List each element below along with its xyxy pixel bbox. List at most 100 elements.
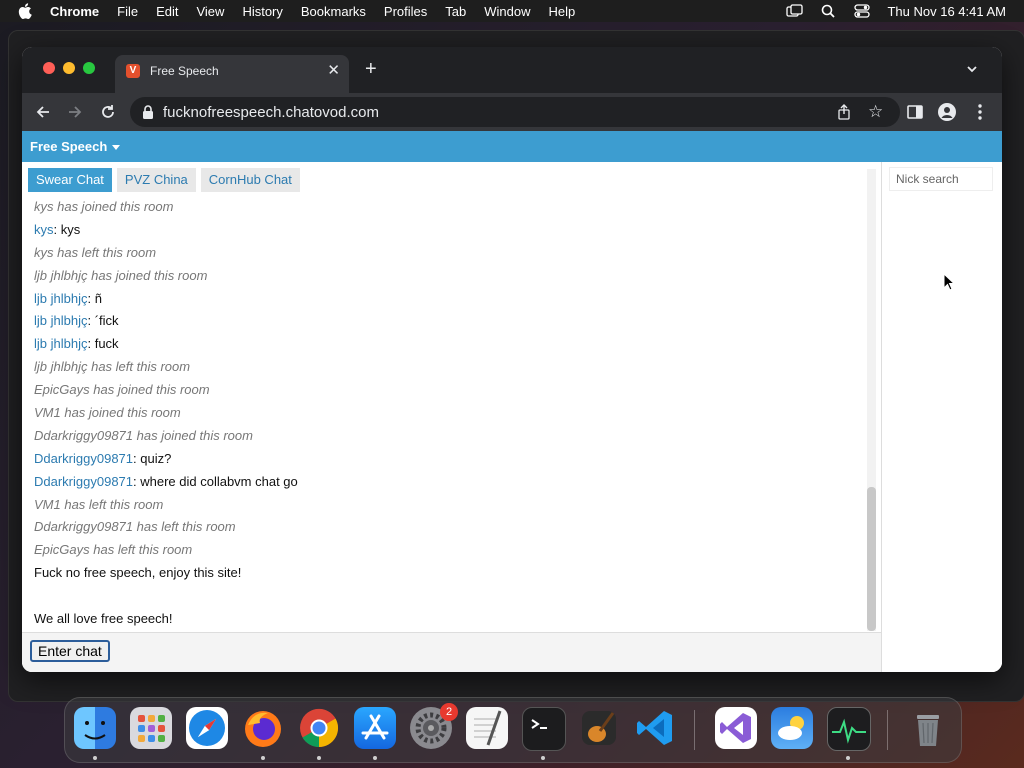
message-text: : fuck <box>87 336 119 352</box>
enter-chat-button[interactable]: Enter chat <box>30 640 110 662</box>
room-tab-swear-chat[interactable]: Swear Chat <box>28 168 112 192</box>
garageband-icon[interactable] <box>578 707 620 749</box>
message-text: : ñ <box>87 290 102 306</box>
close-tab-icon[interactable]: ✕ <box>327 61 340 79</box>
message-text: ljb jhlbhjç has left this room <box>34 359 191 375</box>
browser-toolbar: fucknofreespeech.chatovod.com ☆ <box>22 93 1002 131</box>
screen-mirroring-icon[interactable] <box>785 4 803 18</box>
menu-window[interactable]: Window <box>484 4 530 19</box>
minimize-window-button[interactable] <box>63 62 75 74</box>
message-text: EpicGays has joined this room <box>34 382 210 398</box>
forward-arrow-icon[interactable] <box>65 102 85 122</box>
terminal-icon[interactable] <box>522 707 566 751</box>
chatovod-favicon-icon: V <box>126 64 140 78</box>
message-text: Ddarkriggy09871 has left this room <box>34 519 236 535</box>
vscode-icon[interactable] <box>634 707 676 749</box>
menu-profiles[interactable]: Profiles <box>384 4 427 19</box>
chat-message: Ddarkriggy09871: where did collabvm chat… <box>34 471 864 494</box>
menu-history[interactable]: History <box>242 4 282 19</box>
apple-icon[interactable] <box>18 3 34 19</box>
firefox-icon[interactable] <box>242 707 284 749</box>
zoom-window-button[interactable] <box>83 62 95 74</box>
message-text: kys has joined this room <box>34 199 174 214</box>
message-text: : kys <box>53 221 81 237</box>
message-nick[interactable]: Ddarkriggy09871 <box>34 451 133 466</box>
system-message: VM1 has left this room <box>34 494 864 517</box>
menu-view[interactable]: View <box>196 4 224 19</box>
message-text: Fuck no free speech, enjoy this site! <box>34 565 242 581</box>
system-message: kys has joined this room <box>34 196 864 219</box>
profile-avatar-icon[interactable] <box>937 102 957 122</box>
dock-separator <box>694 710 695 750</box>
system-message: VM1 has joined this room <box>34 402 864 425</box>
textedit-icon[interactable] <box>466 707 508 749</box>
chrome-menu-icon[interactable] <box>970 102 990 122</box>
system-message: Ddarkriggy09871 has left this room <box>34 516 864 539</box>
reload-icon[interactable] <box>98 102 118 122</box>
new-tab-icon[interactable]: + <box>365 58 377 81</box>
nick-search-input[interactable] <box>889 167 993 191</box>
site-brand-dropdown[interactable]: Free Speech <box>30 139 121 154</box>
spotlight-search-icon[interactable] <box>819 4 837 18</box>
message-text: kys has left this room <box>34 244 157 260</box>
running-indicator <box>373 756 377 760</box>
room-tab-cornhub-chat[interactable]: CornHub Chat <box>200 168 300 192</box>
menu-help[interactable]: Help <box>549 4 576 19</box>
message-nick[interactable]: kys <box>34 222 54 237</box>
menu-edit[interactable]: Edit <box>156 4 178 19</box>
message-text: Ddarkriggy09871 has joined this room <box>34 427 253 443</box>
site-header: Free Speech <box>22 131 1002 162</box>
system-message: Ddarkriggy09871 has joined this room <box>34 425 864 448</box>
room-announcement: We all love free speech! <box>34 608 864 631</box>
activity-monitor-icon[interactable] <box>827 707 871 751</box>
chat-input-bar: Enter chat <box>22 632 881 672</box>
system-message: kys has left this room <box>34 242 864 265</box>
site-brand-label: Free Speech <box>30 139 108 154</box>
system-message: EpicGays has joined this room <box>34 379 864 402</box>
address-bar[interactable]: fucknofreespeech.chatovod.com ☆ <box>130 97 900 127</box>
running-indicator <box>93 756 97 760</box>
running-indicator <box>261 756 265 760</box>
finder-icon[interactable] <box>74 707 116 749</box>
running-indicator <box>846 756 850 760</box>
menu-file[interactable]: File <box>117 4 138 19</box>
menubar-clock[interactable]: Thu Nov 16 4:41 AM <box>887 4 1006 19</box>
scrollbar-thumb[interactable] <box>867 487 876 631</box>
menu-bookmarks[interactable]: Bookmarks <box>301 4 366 19</box>
tab-strip: V Free Speech ✕ + <box>22 47 1002 93</box>
message-nick[interactable]: Ddarkriggy09871 <box>34 474 133 489</box>
message-text: : where did collabvm chat go <box>133 473 298 489</box>
bookmark-star-icon[interactable]: ☆ <box>868 102 886 121</box>
lock-icon[interactable] <box>142 105 154 119</box>
chrome-icon[interactable] <box>298 707 340 749</box>
weather-icon[interactable] <box>771 707 813 749</box>
close-window-button[interactable] <box>43 62 55 74</box>
menu-app-name[interactable]: Chrome <box>50 4 99 19</box>
chrome-window: V Free Speech ✕ + fucknofreespeech.chato… <box>22 47 1002 672</box>
message-list: kys has joined this room kys: kys kys ha… <box>34 196 864 632</box>
app-store-icon[interactable] <box>354 707 396 749</box>
visual-studio-icon[interactable] <box>715 707 757 749</box>
chat-message: ljb jhlbhjç: fuck <box>34 333 864 356</box>
message-text: We all love free speech! <box>34 611 173 627</box>
dock-separator <box>887 710 888 750</box>
room-tab-pvz-china[interactable]: PVZ China <box>116 168 196 192</box>
trash-icon[interactable] <box>907 707 949 749</box>
message-text: VM1 has left this room <box>34 496 164 512</box>
side-panel-icon[interactable] <box>905 102 925 122</box>
message-nick[interactable]: ljb jhlbhjç <box>34 313 87 328</box>
browser-tab-active[interactable]: V Free Speech ✕ <box>115 55 349 93</box>
message-nick[interactable]: ljb jhlbhjç <box>34 336 87 351</box>
share-icon[interactable] <box>836 104 852 120</box>
back-arrow-icon[interactable] <box>33 102 53 122</box>
message-text: EpicGays has left this room <box>34 542 193 558</box>
launchpad-icon[interactable] <box>130 707 172 749</box>
room-announcement: Fuck no free speech, enjoy this site! <box>34 562 864 585</box>
message-scrollbar[interactable] <box>867 169 876 631</box>
tab-search-chevron-icon[interactable] <box>966 62 978 74</box>
menu-tab[interactable]: Tab <box>445 4 466 19</box>
url-text[interactable]: fucknofreespeech.chatovod.com <box>163 104 379 121</box>
safari-icon[interactable] <box>186 707 228 749</box>
message-nick[interactable]: ljb jhlbhjç <box>34 291 87 306</box>
control-center-icon[interactable] <box>853 4 871 18</box>
